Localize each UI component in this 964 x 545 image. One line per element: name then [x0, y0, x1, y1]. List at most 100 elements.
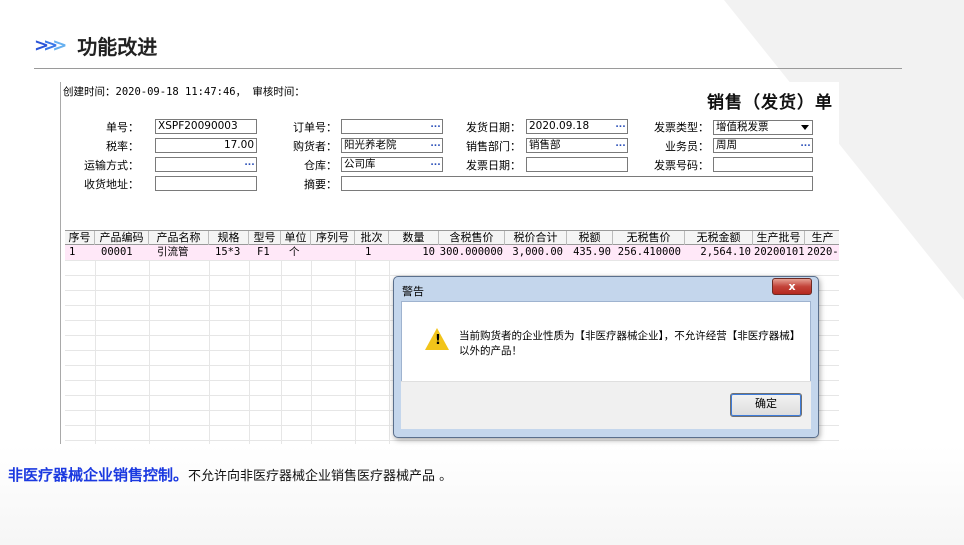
table-row[interactable]: 1 00001 引流管 15*3 F1 个 1 10 300.000000 3,… — [65, 245, 839, 260]
col-header[interactable]: 数量 — [389, 231, 439, 245]
cell: 00001 — [101, 246, 133, 258]
order-no-label: 单号： — [106, 121, 139, 134]
cell: 10 — [422, 246, 435, 258]
ship-date-label: 发货日期： — [466, 121, 521, 134]
clerk-label: 业务员： — [665, 140, 709, 153]
background-shape — [0, 445, 964, 545]
col-header[interactable]: 批次 — [355, 231, 389, 245]
lookup-icon[interactable]: ... — [244, 159, 255, 170]
ship-date-value: 2020.09.18 — [529, 120, 590, 132]
col-header[interactable]: 产品名称 — [149, 231, 209, 245]
cell: 435.90 — [573, 246, 611, 258]
cell: 20200101 — [754, 246, 805, 258]
po-no-label: 订单号： — [293, 121, 337, 134]
summary-field[interactable] — [341, 176, 813, 191]
lookup-icon[interactable]: ... — [430, 121, 441, 132]
grid-divider — [311, 260, 312, 444]
ship-method-label: 运输方式： — [84, 159, 139, 172]
cell: 300.000000 — [439, 246, 503, 258]
ship-date-field[interactable]: 2020.09.18... — [526, 119, 628, 134]
grid-divider — [209, 260, 210, 444]
slide-header: >>> 功能改进 — [34, 28, 157, 62]
col-header[interactable]: 规格 — [209, 231, 249, 245]
invoice-no-field[interactable] — [713, 157, 813, 172]
cell: 3,000.00 — [512, 246, 563, 258]
warehouse-label: 仓库： — [304, 159, 337, 172]
col-header[interactable]: 生产 — [805, 231, 839, 245]
grid-divider — [389, 260, 390, 444]
lookup-icon[interactable]: ... — [800, 140, 811, 151]
cell: 15*3 — [215, 246, 241, 258]
cell: F1 — [257, 246, 270, 258]
recv-addr-field[interactable] — [155, 176, 257, 191]
caption-text: 不允许向非医疗器械企业销售医疗器械产品 。 — [188, 469, 453, 484]
cell: 2020- — [807, 246, 839, 258]
tax-rate-label: 税率： — [106, 140, 139, 153]
cell: 1 — [365, 246, 372, 258]
buyer-value: 阳光养老院 — [344, 139, 397, 151]
grid-divider — [281, 260, 282, 444]
cell: 1 — [69, 246, 76, 258]
grid-divider — [249, 260, 250, 444]
warehouse-field[interactable]: 公司库... — [341, 157, 443, 172]
grid-header: 序号 产品编码 产品名称 规格 型号 单位 序列号 批次 数量 含税售价 税价合… — [65, 230, 839, 245]
col-header[interactable]: 税额 — [567, 231, 613, 245]
clerk-field[interactable]: 周周... — [713, 138, 813, 153]
col-header[interactable]: 序列号 — [311, 231, 355, 245]
slide-caption: 非医疗器械企业销售控制。不允许向非医疗器械企业销售医疗器械产品 。 — [8, 464, 452, 485]
chevron-arrows-icon: >>> — [34, 34, 67, 56]
exclamation-icon: ! — [435, 333, 441, 348]
invoice-type-label: 发票类型： — [654, 121, 709, 134]
cell: 256.410000 — [617, 246, 681, 258]
ok-button[interactable]: 确定 — [730, 393, 802, 417]
warning-dialog: 警告 x ! 当前购货者的企业性质为【非医疗器械企业】，不允许经营【非医疗器械】… — [393, 276, 819, 438]
caption-highlight: 非医疗器械企业销售控制。 — [8, 466, 189, 484]
col-header[interactable]: 无税金额 — [685, 231, 753, 245]
cell: 个 — [289, 246, 300, 258]
create-audit-time: 创建时间：2020-09-18 11:47:46， 审核时间： — [63, 86, 305, 98]
col-header[interactable]: 型号 — [249, 231, 281, 245]
grid-divider — [95, 260, 96, 444]
header-divider — [34, 68, 902, 69]
lookup-icon[interactable]: ... — [430, 159, 441, 170]
summary-label: 摘要： — [304, 178, 337, 191]
dialog-message: 当前购货者的企业性质为【非医疗器械企业】，不允许经营【非医疗器械】以外的产品！ — [459, 330, 795, 357]
grid-divider — [149, 260, 150, 444]
sales-dept-value: 销售部 — [529, 139, 561, 151]
slide-title: 功能改进 — [77, 34, 158, 59]
ship-method-field[interactable]: ... — [155, 157, 257, 172]
invoice-type-select[interactable]: 增值税发票 — [713, 120, 813, 135]
col-header[interactable]: 生产批号 — [753, 231, 805, 245]
col-header[interactable]: 无税售价 — [613, 231, 685, 245]
close-button[interactable]: x — [772, 278, 812, 295]
buyer-label: 购货者： — [293, 140, 337, 153]
col-header[interactable]: 税价合计 — [505, 231, 567, 245]
col-header[interactable]: 产品编码 — [95, 231, 149, 245]
po-no-field[interactable]: ... — [341, 119, 443, 134]
lookup-icon[interactable]: ... — [430, 140, 441, 151]
dialog-title: 警告 — [402, 285, 424, 298]
col-header[interactable]: 序号 — [65, 231, 95, 245]
chevron-down-icon[interactable] — [801, 125, 809, 130]
lookup-icon[interactable]: ... — [615, 140, 626, 151]
invoice-type-value: 增值税发票 — [716, 121, 769, 133]
warehouse-value: 公司库 — [344, 158, 376, 170]
tax-rate-field[interactable]: 17.00 — [155, 138, 257, 153]
lookup-icon[interactable]: ... — [615, 121, 626, 132]
sales-dept-label: 销售部门： — [466, 140, 521, 153]
buyer-field[interactable]: 阳光养老院... — [341, 138, 443, 153]
clerk-value: 周周 — [716, 139, 737, 151]
recv-addr-label: 收货地址： — [84, 178, 139, 191]
sales-dept-field[interactable]: 销售部... — [526, 138, 628, 153]
invoice-date-field[interactable] — [526, 157, 628, 172]
order-no-field[interactable]: XSPF20090003 — [155, 119, 257, 134]
form-title: 销售（发货）单 — [707, 93, 833, 113]
cell: 引流管 — [157, 246, 189, 258]
invoice-no-label: 发票号码： — [654, 159, 709, 172]
cell: 2,564.10 — [700, 246, 751, 258]
cell — [315, 245, 355, 260]
invoice-date-label: 发票日期： — [466, 159, 521, 172]
col-header[interactable]: 单位 — [281, 231, 311, 245]
grid-divider — [355, 260, 356, 444]
col-header[interactable]: 含税售价 — [439, 231, 505, 245]
